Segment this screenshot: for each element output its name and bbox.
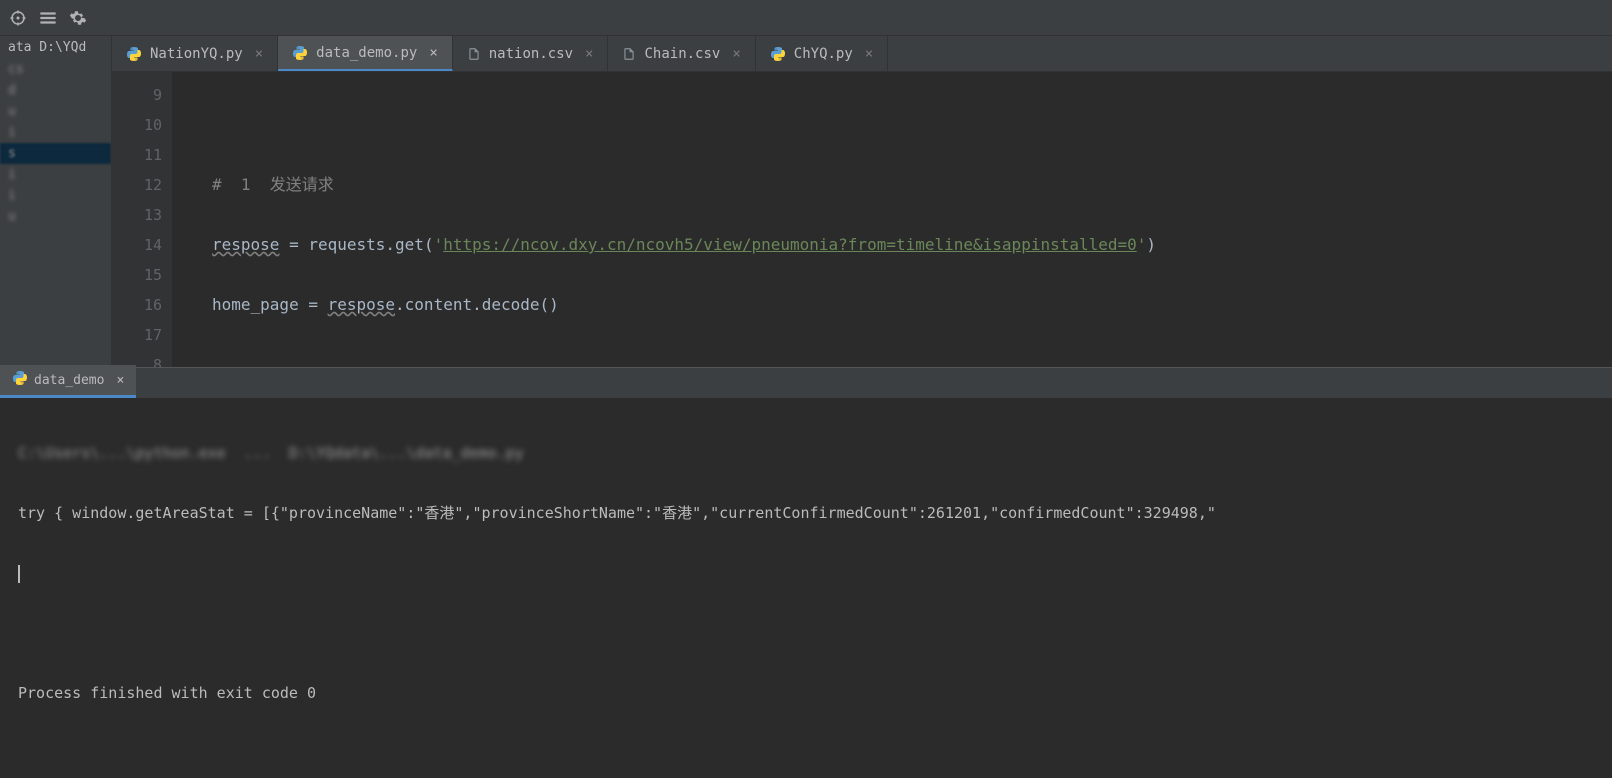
- code-line[interactable]: [212, 350, 1612, 367]
- gear-icon[interactable]: [68, 8, 88, 28]
- sidebar-item[interactable]: i: [0, 122, 111, 143]
- output-line: try { window.getAreaStat = [{"provinceNa…: [18, 498, 1594, 528]
- close-icon[interactable]: ×: [255, 46, 263, 62]
- close-icon[interactable]: ×: [429, 45, 437, 61]
- file-icon: [467, 47, 481, 61]
- editor[interactable]: 9 10 11 12 13 14 15 16 17 .8 .9 !0 21 22…: [112, 72, 1612, 367]
- close-icon[interactable]: ×: [116, 373, 124, 388]
- editor-tabs: NationYQ.py × data_demo.py × nation.csv …: [112, 36, 1612, 72]
- sidebar-item[interactable]: cs: [0, 59, 111, 80]
- run-tab-label: data_demo: [34, 373, 104, 388]
- code-line[interactable]: # 1 发送请求: [212, 170, 1612, 200]
- tab-nation-csv[interactable]: nation.csv ×: [453, 36, 609, 71]
- tab-label: ChYQ.py: [794, 46, 853, 62]
- output-line: [18, 618, 1594, 648]
- sidebar-path: ata D:\YQd: [0, 36, 111, 59]
- tab-nationyq[interactable]: NationYQ.py ×: [112, 36, 278, 71]
- python-icon: [126, 46, 142, 62]
- line-gutter: 9 10 11 12 13 14 15 16 17 .8 .9 !0 21 22: [112, 72, 172, 367]
- code-area[interactable]: # 1 发送请求 respose = requests.get('https:/…: [172, 72, 1612, 367]
- split-icon[interactable]: [38, 8, 58, 28]
- toolbar: [0, 0, 1612, 36]
- python-icon: [770, 46, 786, 62]
- tab-chain-csv[interactable]: Chain.csv ×: [608, 36, 755, 71]
- sidebar-item[interactable]: s: [0, 143, 111, 164]
- python-icon: [12, 370, 28, 390]
- tab-chyq[interactable]: ChYQ.py ×: [756, 36, 888, 71]
- sidebar-item[interactable]: d: [0, 80, 111, 101]
- target-icon[interactable]: [8, 8, 28, 28]
- python-icon: [292, 45, 308, 61]
- sidebar-item[interactable]: u: [0, 206, 111, 227]
- sidebar-item[interactable]: u: [0, 101, 111, 122]
- project-sidebar[interactable]: ata D:\YQd cs d u i s i i u: [0, 36, 112, 367]
- tab-data-demo[interactable]: data_demo.py ×: [278, 36, 453, 71]
- tab-label: NationYQ.py: [150, 46, 243, 62]
- sidebar-item[interactable]: i: [0, 164, 111, 185]
- code-line[interactable]: respose = requests.get('https://ncov.dxy…: [212, 230, 1612, 260]
- tab-label: data_demo.py: [316, 45, 417, 61]
- run-tabs: data_demo ×: [0, 368, 1612, 398]
- close-icon[interactable]: ×: [585, 46, 593, 62]
- run-panel: data_demo × C:\Users\...\python.exe ... …: [0, 367, 1612, 778]
- close-icon[interactable]: ×: [732, 46, 740, 62]
- tab-label: nation.csv: [489, 46, 573, 62]
- code-line[interactable]: [212, 110, 1612, 140]
- output-caret: [18, 558, 1594, 588]
- run-output[interactable]: C:\Users\...\python.exe ... D:\YQdata\..…: [0, 398, 1612, 778]
- file-icon: [622, 47, 636, 61]
- tab-label: Chain.csv: [644, 46, 720, 62]
- close-icon[interactable]: ×: [865, 46, 873, 62]
- code-line[interactable]: home_page = respose.content.decode(): [212, 290, 1612, 320]
- sidebar-item[interactable]: i: [0, 185, 111, 206]
- run-tab-data-demo[interactable]: data_demo ×: [0, 365, 136, 398]
- output-line: Process finished with exit code 0: [18, 678, 1594, 708]
- output-line: C:\Users\...\python.exe ... D:\YQdata\..…: [18, 438, 1594, 468]
